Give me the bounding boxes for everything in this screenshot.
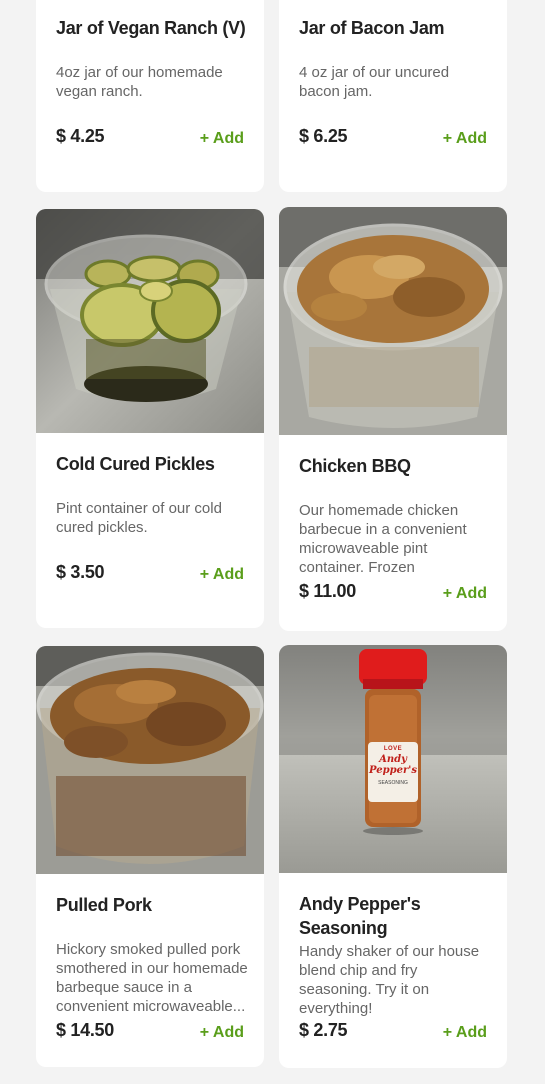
product-description: Our homemade chicken barbecue in a conve… bbox=[299, 502, 467, 576]
product-price: $ 2.75 bbox=[299, 1020, 348, 1040]
product-title: Jar of Bacon Jam bbox=[299, 18, 445, 38]
product-title: Andy Pepper's Seasoning bbox=[299, 894, 421, 938]
product-image bbox=[279, 207, 507, 435]
product-price: $ 14.50 bbox=[56, 1020, 114, 1040]
product-card[interactable]: Jar of Vegan Ranch (V) 4oz jar of our ho… bbox=[36, 0, 264, 192]
add-to-cart-button[interactable]: + Add bbox=[443, 130, 487, 148]
add-to-cart-button[interactable]: + Add bbox=[200, 566, 244, 584]
product-title: Jar of Vegan Ranch (V) bbox=[56, 18, 246, 38]
product-card[interactable]: LOVE Andy Pepper's SEASONING Andy Pepper… bbox=[279, 645, 507, 1068]
product-title: Pulled Pork bbox=[56, 895, 152, 915]
product-description: 4 oz jar of our uncured bacon jam. bbox=[299, 64, 450, 100]
add-to-cart-button[interactable]: + Add bbox=[443, 585, 487, 603]
product-price: $ 11.00 bbox=[299, 581, 356, 601]
seasoning-label: LOVE Andy Pepper's SEASONING bbox=[368, 742, 418, 802]
product-image bbox=[36, 646, 264, 874]
product-price: $ 3.50 bbox=[56, 562, 105, 582]
product-image bbox=[36, 209, 264, 433]
product-title: Chicken BBQ bbox=[299, 456, 411, 476]
product-price: $ 6.25 bbox=[299, 126, 348, 146]
product-price: $ 4.25 bbox=[56, 126, 105, 146]
product-description: 4oz jar of our homemade vegan ranch. bbox=[56, 64, 223, 100]
add-to-cart-button[interactable]: + Add bbox=[443, 1024, 487, 1042]
product-title: Cold Cured Pickles bbox=[56, 454, 215, 474]
add-to-cart-button[interactable]: + Add bbox=[200, 1024, 244, 1042]
product-card[interactable]: Jar of Bacon Jam 4 oz jar of our uncured… bbox=[279, 0, 507, 192]
product-card[interactable]: Chicken BBQ Our homemade chicken barbecu… bbox=[279, 207, 507, 631]
product-description: Handy shaker of our house blend chip and… bbox=[299, 943, 480, 1017]
product-card[interactable]: Cold Cured Pickles Pint container of our… bbox=[36, 209, 264, 628]
add-to-cart-button[interactable]: + Add bbox=[200, 130, 244, 148]
product-card[interactable]: Pulled Pork Hickory smoked pulled pork s… bbox=[36, 646, 264, 1067]
product-description: Pint container of our cold cured pickles… bbox=[56, 500, 222, 536]
